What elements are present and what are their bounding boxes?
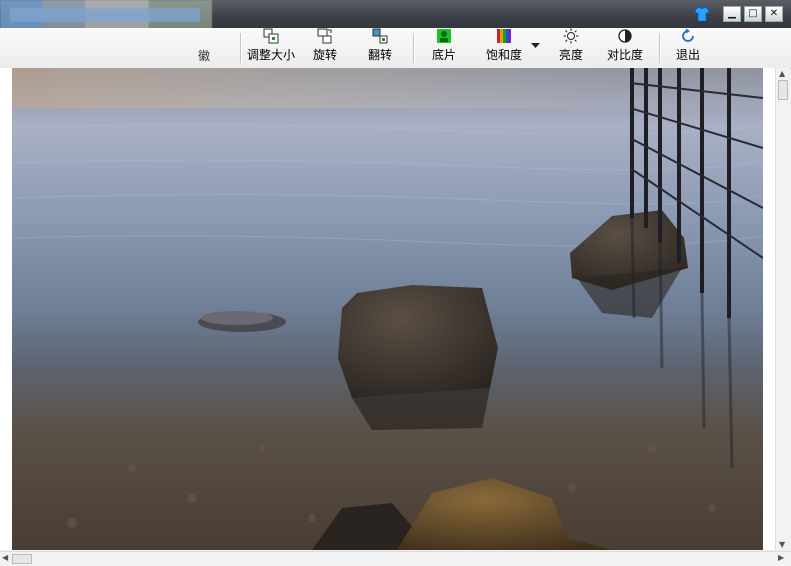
resize-label: 调整大小 [246,48,295,62]
negative-button[interactable]: 底片 [424,28,464,68]
flip-icon [372,28,388,44]
flip-label: 翻转 [367,48,392,62]
scroll-left-arrow-icon[interactable]: ◀ [2,553,8,562]
close-button[interactable]: ✕ [765,6,783,22]
scroll-down-arrow-icon[interactable]: ▼ [779,540,785,549]
rotate-icon [317,28,332,44]
toolbar-separator [659,33,660,63]
saturation-icon [497,29,511,43]
saturation-button[interactable]: 饱和度 [482,28,526,68]
negative-icon [437,29,451,43]
brightness-button[interactable]: 亮度 [553,28,589,68]
resize-button[interactable]: 调整大小 [246,28,296,68]
minimize-button[interactable]: ▁ [723,6,741,22]
minimize-icon: ▁ [728,8,736,19]
vertical-scrollbar[interactable]: ▲ ▼ [775,68,790,550]
clipped-toolbar-label: 徽 [198,49,211,63]
canvas-margin-right [763,68,775,550]
image-canvas[interactable] [12,68,763,550]
lake-photo [12,68,763,550]
maximize-icon: □ [748,8,758,19]
window-controls: ▁ □ ✕ [694,6,783,22]
exit-label: 退出 [675,48,700,62]
saturation-label: 饱和度 [485,48,522,62]
contrast-icon [618,29,632,43]
horizontal-scrollbar[interactable]: ◀ ▶ [0,551,791,566]
contrast-button[interactable]: 对比度 [603,28,647,68]
resize-icon [263,28,279,44]
scroll-up-arrow-icon[interactable]: ▲ [779,69,785,78]
rotate-label: 旋转 [312,48,337,62]
rotate-button[interactable]: 旋转 [305,28,345,68]
toolbar-separator [240,33,241,63]
vertical-scroll-thumb[interactable] [778,80,788,100]
maximize-button[interactable]: □ [744,6,762,22]
flip-button[interactable]: 翻转 [360,28,400,68]
brightness-icon [563,28,579,44]
toolbar: 徽 调整大小 旋转 翻转 底片 饱和度 亮度 对比度 退出 [0,28,791,69]
contrast-label: 对比度 [606,48,643,62]
close-icon: ✕ [769,8,779,19]
exit-icon [682,28,694,42]
canvas-margin-left [0,68,12,550]
brightness-label: 亮度 [558,48,583,62]
horizontal-scroll-thumb[interactable] [12,554,32,564]
exit-button[interactable]: 退出 [670,28,706,68]
scroll-right-arrow-icon[interactable]: ▶ [778,553,784,562]
skin-shirt-icon[interactable] [694,6,710,22]
toolbar-separator [413,33,414,63]
saturation-dropdown-arrow-icon[interactable] [531,43,540,49]
negative-label: 底片 [431,48,456,62]
